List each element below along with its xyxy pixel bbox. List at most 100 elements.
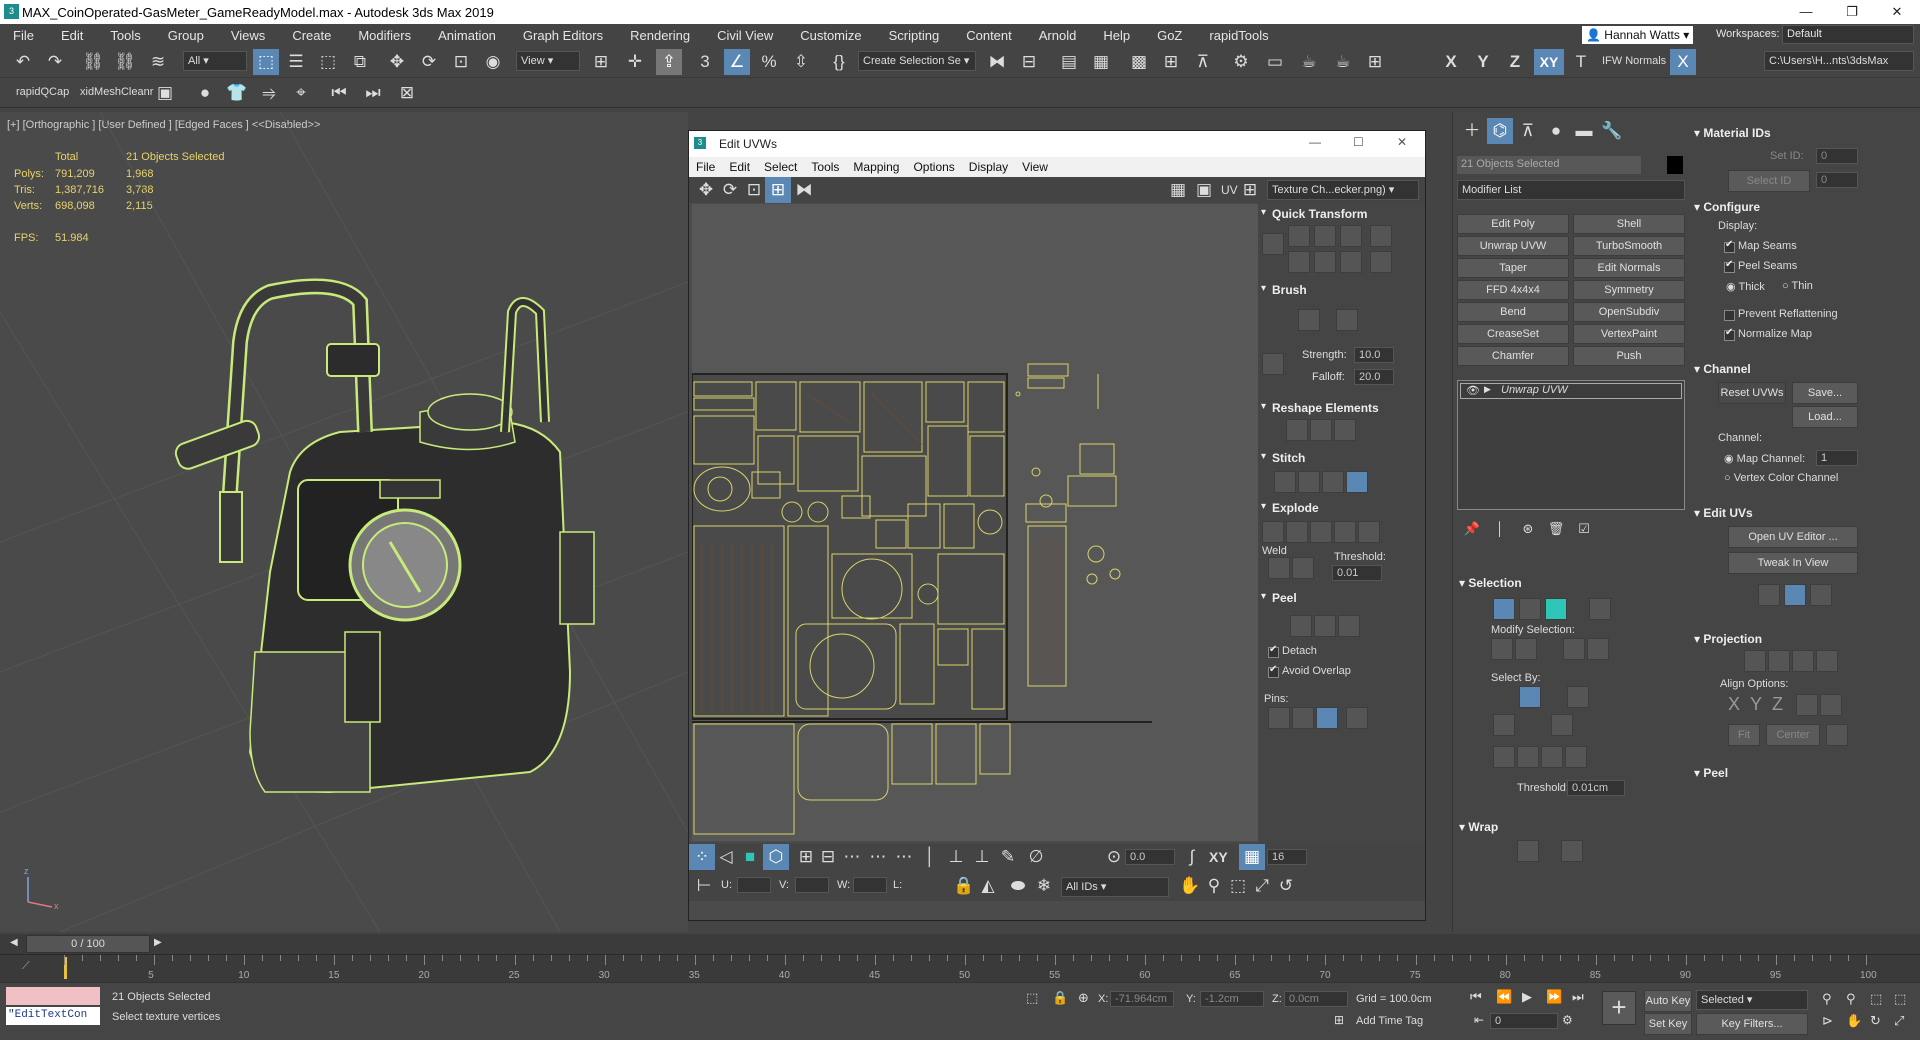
save-uvw-button[interactable]: Save... [1792, 382, 1858, 404]
normalize-map-checkbox[interactable]: Normalize Map [1724, 327, 1812, 341]
render-icon[interactable]: ☕ [1296, 49, 1322, 75]
menu-modifiers[interactable]: Modifiers [345, 28, 425, 43]
hide-icon[interactable]: ⊥ [969, 844, 995, 870]
y-coord-field[interactable]: -1.2cm [1200, 991, 1264, 1007]
angle-snap-uv-icon[interactable]: ⊙ [1101, 844, 1127, 870]
uv-channel-icon[interactable]: ⊞ [1237, 177, 1263, 203]
select-overlap-icon[interactable] [1551, 714, 1573, 736]
w-spinner[interactable] [853, 877, 887, 893]
toggle-ribbon-icon[interactable]: ▦ [1088, 49, 1114, 75]
restore-button[interactable]: ❐ [1829, 0, 1875, 24]
axis-x-button[interactable]: X [1438, 49, 1464, 75]
render-iterative-icon[interactable]: ☕ [1330, 49, 1356, 75]
paint-brush-icon[interactable] [1298, 309, 1320, 331]
map-seams-checkbox[interactable]: Map Seams [1724, 239, 1797, 253]
move-icon[interactable]: ✥ [384, 49, 410, 75]
shrink-selection-icon[interactable] [1515, 638, 1537, 660]
menu-views[interactable]: Views [218, 28, 279, 43]
expand-icon[interactable]: ▶ [1484, 384, 1491, 395]
window-crossing-icon[interactable]: ⧉ [347, 49, 373, 75]
uv-maximize-button[interactable]: ☐ [1353, 135, 1364, 149]
projection-rollout[interactable]: ▾ Projection [1694, 632, 1762, 646]
uv-checker-icon[interactable]: ▦ [1165, 177, 1191, 203]
detach-checkbox[interactable]: Detach [1268, 644, 1317, 658]
open-uv-editor-button[interactable]: Open UV Editor ... [1728, 526, 1858, 548]
center-button[interactable]: Center [1766, 724, 1820, 746]
loop-select-icon[interactable]: ⋯ [839, 844, 865, 870]
stitch-source-icon[interactable] [1298, 471, 1320, 493]
uv-rotate-icon[interactable]: ⟳ [717, 177, 743, 203]
uv-mirror-icon[interactable]: ⧓ [791, 177, 817, 203]
freeze-icon[interactable]: ⊥ [943, 844, 969, 870]
explode-by-material-icon[interactable] [1310, 521, 1332, 543]
brush-line-icon[interactable] [1262, 353, 1284, 375]
rotate-ccw-icon[interactable] [1340, 225, 1362, 247]
straighten-icon[interactable] [1286, 419, 1308, 441]
place-icon[interactable]: ◉ [480, 49, 506, 75]
edge-loop-icon[interactable]: ⋯ [891, 844, 917, 870]
remove-modifier-icon[interactable]: 🗑 [1543, 516, 1569, 542]
grid-spinner[interactable]: 16 [1267, 849, 1307, 865]
scale-icon[interactable]: ⊡ [448, 49, 474, 75]
quick-spherical-icon[interactable] [1810, 584, 1832, 606]
align-z-button[interactable]: Z [1772, 694, 1783, 715]
pin-select-icon[interactable] [1268, 707, 1290, 729]
cylindrical-map-icon[interactable] [1768, 650, 1790, 672]
configure-rollout[interactable]: ▾ Configure [1694, 200, 1760, 214]
uv-menu-mapping[interactable]: Mapping [846, 160, 906, 174]
uv-canvas[interactable] [692, 204, 1265, 841]
relax-icon[interactable] [1310, 419, 1332, 441]
helper-icon[interactable]: ⌖ [288, 80, 314, 106]
edit-named-sel-icon[interactable]: {} [826, 49, 852, 75]
menu-create[interactable]: Create [279, 28, 345, 43]
current-frame-field[interactable]: 0 [1490, 1013, 1558, 1029]
uv-show-map-icon[interactable]: ▣ [1191, 177, 1217, 203]
orbit-icon[interactable]: ↻ [1870, 1013, 1881, 1029]
maxscript-mini-listener[interactable]: "EditTextCon [6, 1007, 100, 1025]
align-vertical-icon[interactable] [1314, 225, 1336, 247]
align-x-button[interactable]: X [1728, 694, 1740, 715]
align-best-fit-icon[interactable] [1796, 694, 1818, 716]
vertex-color-channel-radio[interactable]: ○ Vertex Color Channel [1724, 472, 1838, 484]
goto-start-icon[interactable]: ⏮ [1470, 989, 1482, 1005]
unlink-icon[interactable]: ⛓ [112, 49, 138, 75]
motion-tab-icon[interactable]: ● [1543, 118, 1569, 144]
uv-freeform-icon[interactable]: ⊞ [765, 177, 791, 203]
select-threshold-spinner[interactable]: 0.01cm [1567, 780, 1625, 796]
channel-rollout[interactable]: ▾ Channel [1694, 362, 1751, 376]
ring-select-icon[interactable]: ⋯ [865, 844, 891, 870]
zoom-all-icon[interactable]: ⚲ [1846, 991, 1856, 1007]
quick-peel-map-icon[interactable] [1784, 584, 1806, 606]
rotate-icon[interactable]: ⟳ [416, 49, 442, 75]
select-object-icon[interactable]: ⬚ [253, 49, 279, 75]
ring-selection-icon[interactable] [1587, 638, 1609, 660]
workspace-dropdown[interactable]: Default [1782, 25, 1914, 44]
weld-target-icon[interactable] [1292, 557, 1314, 579]
vertexpaint-button[interactable]: VertexPaint [1573, 324, 1685, 344]
menu-civil-view[interactable]: Civil View [704, 28, 787, 43]
menu-arnold[interactable]: Arnold [1026, 28, 1091, 43]
hierarchy-tab-icon[interactable]: ⊼ [1515, 118, 1541, 144]
menu-help[interactable]: Help [1090, 28, 1144, 43]
space-vert-icon[interactable] [1370, 251, 1392, 273]
key-filters-button[interactable]: Key Filters... [1696, 1013, 1808, 1035]
align-y-button[interactable]: Y [1750, 694, 1762, 715]
named-selection-dropdown[interactable]: Create Selection Se ▾ [858, 51, 976, 71]
options-icon[interactable]: ⊠ [394, 80, 420, 106]
paint-select-icon[interactable]: │ [917, 844, 943, 870]
wrap-rollout-title[interactable]: ▾ Wrap [1459, 820, 1498, 834]
ffd-button[interactable]: FFD 4x4x4 [1457, 280, 1569, 300]
maximize-viewport-icon[interactable]: ⤢ [1894, 1013, 1904, 1029]
select-by-planar-icon[interactable] [1567, 686, 1589, 708]
selection-lock-icon[interactable]: 🔒 [1052, 990, 1068, 1006]
select-id-button[interactable]: Select ID [1728, 170, 1810, 192]
pin-add-icon[interactable] [1292, 707, 1314, 729]
snap-3d-icon[interactable]: 3 [692, 49, 718, 75]
select-axis-z-icon[interactable] [1565, 746, 1587, 768]
track-bar[interactable]: ⟋ 5 10 15 20 25 30 35 40 45 50 55 60 65 70 75 80 85 90 95 1… [0, 954, 1920, 982]
percent-snap-icon[interactable]: % [756, 49, 782, 75]
fov-icon[interactable]: ⊳ [1822, 1013, 1833, 1029]
map-channel-spinner[interactable]: 1 [1816, 450, 1858, 466]
rect-region-icon[interactable]: ⬚ [315, 49, 341, 75]
grow-selection-icon[interactable] [1491, 638, 1513, 660]
